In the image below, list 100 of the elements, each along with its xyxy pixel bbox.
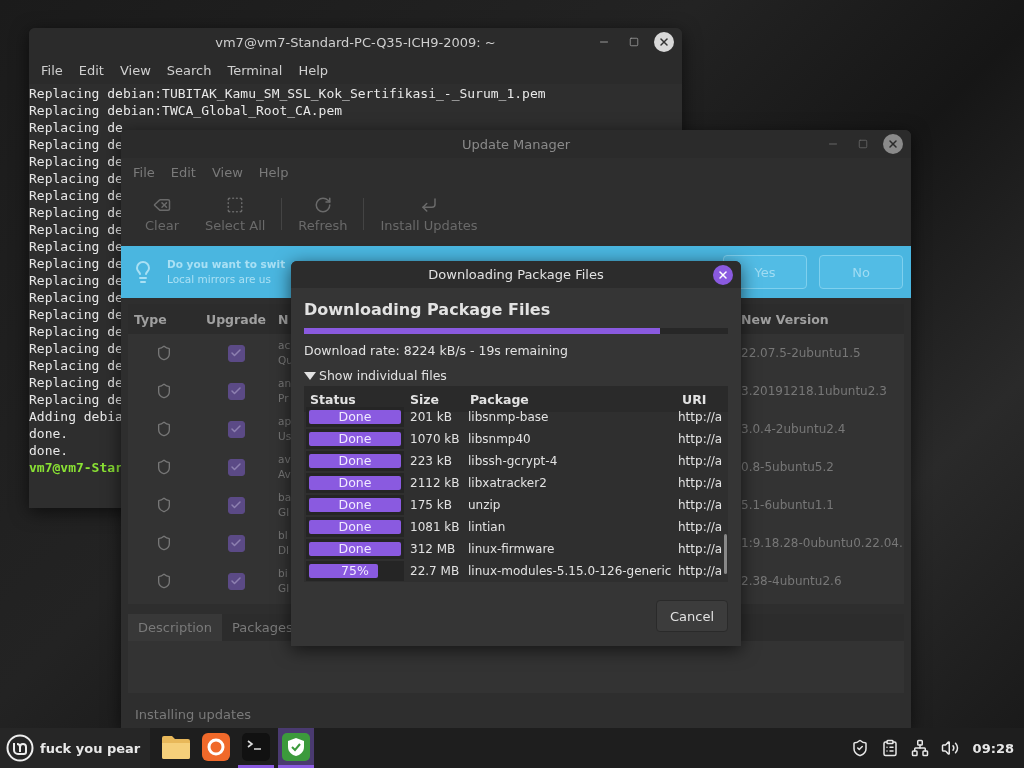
column-header[interactable]: Package xyxy=(464,391,676,407)
status-text: Done xyxy=(337,409,373,424)
clipboard-icon xyxy=(880,739,899,757)
column-header[interactable]: Upgrade xyxy=(200,311,272,327)
version-text: 3.0.4-2ubuntu2.4 xyxy=(741,422,846,436)
tray-button[interactable] xyxy=(850,739,869,757)
checkbox[interactable] xyxy=(227,344,245,362)
tray-button[interactable] xyxy=(940,739,959,757)
check-icon xyxy=(230,461,242,473)
terminal-icon xyxy=(242,732,271,761)
table-cell-text: http://a xyxy=(677,432,722,446)
clock: 09:28 xyxy=(972,740,1014,756)
menu-item[interactable]: File xyxy=(125,164,163,180)
table-cell-text: libssh-gcrypt-4 xyxy=(467,454,559,468)
tab[interactable]: Description xyxy=(128,614,223,641)
terminal-line: Replacing debian:TUBITAK_Kamu_SM_SSL_Kok_Sertifikasi_-_Surum_1.pem xyxy=(29,85,546,102)
status-text: Done xyxy=(337,497,373,512)
folder-icon xyxy=(161,733,192,760)
version-text: 1:9.18.28-0ubuntu0.22.04. xyxy=(741,536,903,550)
checkbox[interactable] xyxy=(227,572,245,590)
checkbox[interactable] xyxy=(227,534,245,552)
download-rate: Download rate: 8224 kB/s - 19s remaining xyxy=(304,343,569,358)
table-cell-text: 312 MB xyxy=(409,542,457,556)
table-cell-text: 223 kB xyxy=(409,454,453,468)
maximize-icon xyxy=(858,139,868,149)
menu-item[interactable]: View xyxy=(203,164,251,180)
shield-icon xyxy=(156,421,172,437)
column-header[interactable]: URI xyxy=(676,391,722,407)
menu-item[interactable]: Edit xyxy=(162,164,204,180)
column-header[interactable]: Status xyxy=(304,391,404,407)
table-cell-text: 1081 kB xyxy=(409,520,461,534)
menu-item[interactable]: Edit xyxy=(70,62,112,78)
table-cell-text: 175 kB xyxy=(409,498,453,512)
check-icon xyxy=(230,423,242,435)
window-title: vm7@vm7-Standard-PC-Q35-ICH9-2009: ~ xyxy=(215,34,496,50)
menu-button[interactable]: fuck you pear xyxy=(0,728,151,768)
shield-icon xyxy=(156,345,172,361)
checkbox[interactable] xyxy=(227,382,245,400)
menu-item[interactable]: File xyxy=(33,62,71,78)
shield-icon xyxy=(282,732,311,761)
menu-item[interactable]: View xyxy=(111,62,159,78)
package-name: ba xyxy=(278,490,292,505)
enter-icon xyxy=(420,195,438,214)
shield-icon xyxy=(156,383,172,399)
column-header[interactable]: Size xyxy=(404,391,464,407)
package-description: Gl xyxy=(278,505,291,520)
menu-item[interactable]: Terminal xyxy=(219,62,291,78)
shield-icon xyxy=(156,459,172,475)
launcher-button[interactable] xyxy=(278,728,315,768)
dialog-title: Downloading Package Files xyxy=(428,267,604,282)
shield-icon xyxy=(156,535,172,551)
version-text: 2.38-4ubuntu2.6 xyxy=(741,574,842,588)
tray-button[interactable] xyxy=(910,739,929,757)
close-button[interactable] xyxy=(713,264,733,285)
cancel-button[interactable]: Cancel xyxy=(656,600,728,632)
table-cell-text: linux-modules-5.15.0-126-generic xyxy=(467,564,673,578)
checkbox[interactable] xyxy=(227,458,245,476)
banner-title: Do you want to swit xyxy=(167,257,286,272)
menu-item[interactable]: Search xyxy=(158,62,220,78)
menu-item[interactable]: Help xyxy=(290,62,337,78)
scrollbar[interactable] xyxy=(724,534,727,574)
version-text: 22.07.5-2ubuntu1.5 xyxy=(741,346,861,360)
package-description: Us xyxy=(278,429,292,444)
terminal-line: Replacing de xyxy=(29,119,123,136)
package-description: Av xyxy=(278,467,291,482)
checkbox[interactable] xyxy=(227,496,245,514)
terminal-line: done. xyxy=(29,425,69,442)
table-cell-text: lintian xyxy=(467,520,507,534)
version-text: 5.1-6ubuntu1.1 xyxy=(741,498,834,512)
table-cell-text: unzip xyxy=(467,498,502,512)
table-cell-text: libxatracker2 xyxy=(467,476,548,490)
window-title: Update Manager xyxy=(461,136,571,152)
package-name: bl xyxy=(278,528,289,543)
package-description: Pr xyxy=(278,391,290,406)
network-icon xyxy=(910,739,929,757)
table-cell-text: http://a xyxy=(677,454,722,468)
status-text: Done xyxy=(337,453,373,468)
close-icon xyxy=(717,268,729,281)
check-icon xyxy=(230,499,242,511)
terminal-prompt: vm7@vm7-Star xyxy=(29,459,123,476)
close-button[interactable] xyxy=(654,32,674,52)
shield-icon xyxy=(156,573,172,589)
tray-button[interactable] xyxy=(880,739,899,757)
browser-icon xyxy=(202,732,231,761)
menu-item[interactable]: Help xyxy=(250,164,297,180)
check-icon xyxy=(230,537,242,549)
column-header[interactable]: Type xyxy=(128,311,200,327)
table-cell-text: linux-firmware xyxy=(467,542,556,556)
status-text: Done xyxy=(337,431,373,446)
check-icon xyxy=(230,385,242,397)
version-text: 0.8-5ubuntu5.2 xyxy=(741,460,834,474)
maximize-icon xyxy=(629,37,639,47)
version-text: 3.20191218.1ubuntu2.3 xyxy=(741,384,887,398)
terminal-line: Replacing debian:TWCA_Global_Root_CA.pem xyxy=(29,102,343,119)
package-name: bi xyxy=(278,566,289,581)
checkbox[interactable] xyxy=(227,420,245,438)
expander[interactable]: Show individual files xyxy=(304,368,447,383)
shield-icon xyxy=(850,739,869,757)
table-cell-text: http://a xyxy=(677,476,722,490)
table-cell-text: 201 kB xyxy=(409,410,453,424)
